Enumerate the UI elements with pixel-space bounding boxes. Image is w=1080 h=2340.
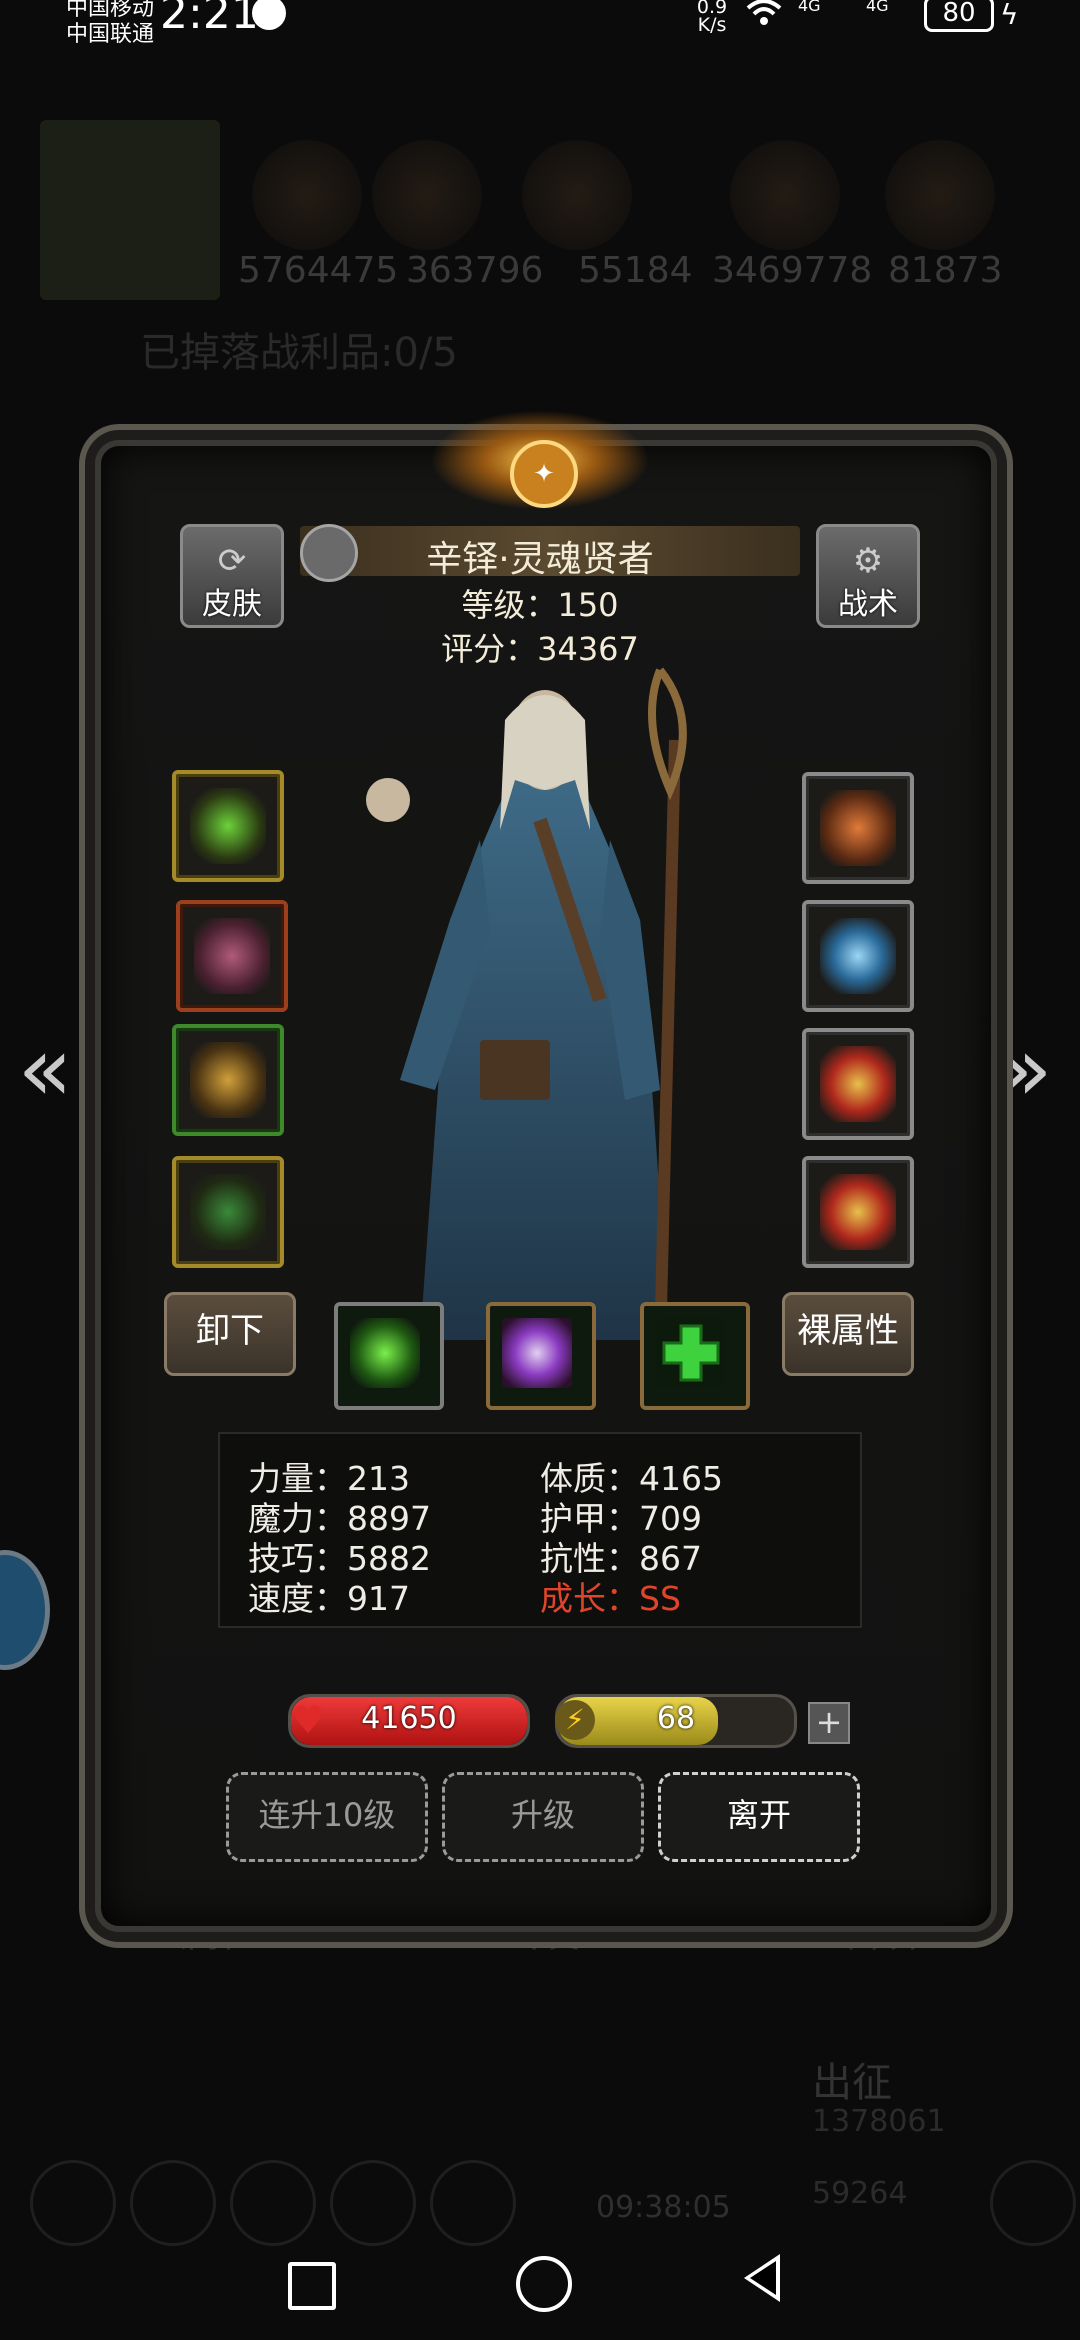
- armor-slot[interactable]: [176, 900, 288, 1012]
- resource-value: 3469778: [712, 250, 873, 291]
- hero-portrait: [340, 660, 750, 1351]
- skull-skill-icon: [502, 1318, 572, 1388]
- skill-slot-2[interactable]: [486, 1302, 596, 1410]
- bg-menu-icon: [430, 2160, 516, 2246]
- bg-menu-icon: [130, 2160, 216, 2246]
- floating-assist-icon[interactable]: [0, 1550, 50, 1670]
- bg-menu-icon: [990, 2160, 1076, 2246]
- add-energy-button[interactable]: +: [808, 1702, 850, 1744]
- green-flame-skill-icon: [350, 1318, 420, 1388]
- crest-icon: ✦: [510, 440, 578, 508]
- book-item-icon: [190, 1042, 266, 1118]
- resource-icon: [522, 140, 632, 250]
- emblem-slot-1[interactable]: [802, 1028, 914, 1140]
- emblem-viii-icon: [820, 1174, 896, 1250]
- bg-menu-icon: [30, 2160, 116, 2246]
- lightning-icon: ⚡: [555, 1700, 595, 1740]
- level-up-10-button[interactable]: 连升10级: [226, 1772, 428, 1862]
- expedition-value: 59264: [812, 2176, 908, 2211]
- crown-item-icon: [820, 790, 896, 866]
- emblem-viii-icon: [820, 1046, 896, 1122]
- recent-apps-button[interactable]: [288, 2262, 336, 2310]
- tactics-label: 战术: [838, 587, 898, 622]
- resource-icon: [372, 140, 482, 250]
- hero-level: 等级：150: [461, 586, 619, 624]
- emblem-slot-2[interactable]: [802, 1156, 914, 1268]
- bg-menu-icon: [230, 2160, 316, 2246]
- background-banner: [40, 120, 220, 300]
- stat-speed: 速度：917: [248, 1579, 410, 1618]
- loot-progress: 已掉落战利品:0/5: [140, 330, 458, 376]
- heal-cross-skill-icon: [656, 1318, 726, 1388]
- resource-icon: [252, 140, 362, 250]
- unequip-button[interactable]: 卸下: [164, 1292, 296, 1376]
- leave-button[interactable]: 离开: [658, 1772, 860, 1862]
- orb-item-icon: [820, 918, 896, 994]
- resource-value: 363796: [406, 250, 544, 291]
- bg-timer: 09:38:05: [596, 2190, 731, 2225]
- resource-value: 5764475: [238, 250, 399, 291]
- hero-name: 辛铎·灵魂贤者: [426, 539, 654, 580]
- bg-menu-icon: [330, 2160, 416, 2246]
- crown-slot[interactable]: [802, 772, 914, 884]
- skin-button[interactable]: ⟳ 皮肤: [180, 524, 284, 628]
- skill-slot-3[interactable]: [640, 1302, 750, 1410]
- rank-badge-icon: [300, 524, 358, 582]
- level-up-button[interactable]: 升级: [442, 1772, 644, 1862]
- back-button[interactable]: [744, 2254, 780, 2302]
- necklace-item-icon: [190, 1174, 266, 1250]
- expedition-label: 出征: [812, 2060, 892, 2106]
- expedition-value: 1378061: [812, 2104, 946, 2139]
- tactics-button[interactable]: ⚙ 战术: [816, 524, 920, 628]
- book-slot[interactable]: [172, 1024, 284, 1136]
- necklace-slot[interactable]: [172, 1156, 284, 1268]
- bare-attributes-button[interactable]: 裸属性: [782, 1292, 914, 1376]
- skin-label: 皮肤: [202, 587, 262, 622]
- heart-icon: ♥: [290, 1698, 326, 1742]
- resource-value: 55184: [578, 250, 693, 291]
- skill-slot-1[interactable]: [334, 1302, 444, 1410]
- resource-value: 81873: [888, 250, 1003, 291]
- armor-item-icon: [194, 918, 270, 994]
- weapon-slot[interactable]: [172, 770, 284, 882]
- staff-item-icon: [190, 788, 266, 864]
- orb-slot[interactable]: [802, 900, 914, 1012]
- gear-icon: ⚙: [852, 541, 884, 581]
- stat-growth: 成长：SS: [540, 1579, 681, 1618]
- resource-icon: [730, 140, 840, 250]
- prev-hero-arrow-icon[interactable]: «: [10, 1020, 80, 1120]
- home-button[interactable]: [516, 2256, 572, 2312]
- next-hero-arrow-icon[interactable]: »: [990, 1020, 1060, 1120]
- skin-icon: ⟳: [217, 541, 247, 581]
- resource-icon: [885, 140, 995, 250]
